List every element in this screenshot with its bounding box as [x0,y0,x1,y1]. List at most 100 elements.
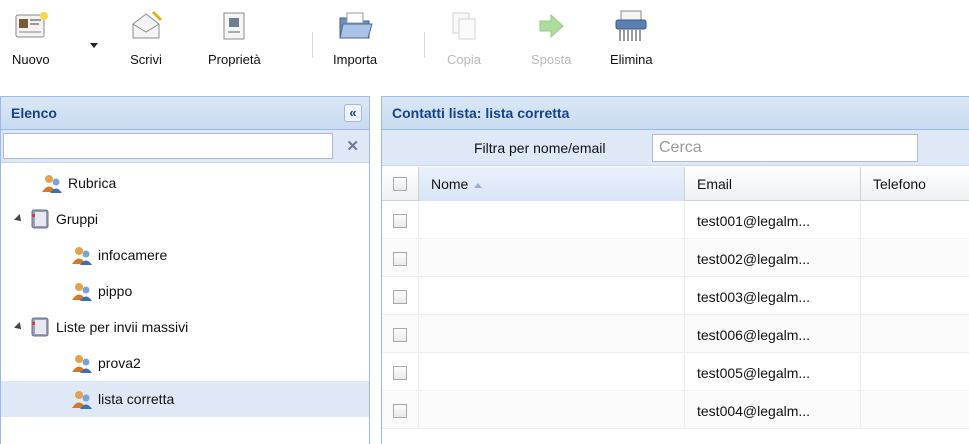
tree-item-liste-invii-massivi[interactable]: Liste per invii massivi [1,309,369,345]
row-checkbox[interactable] [393,327,407,342]
import-button-label: Importa [333,52,378,67]
row-checkbox[interactable] [393,365,407,380]
properties-button-label: Proprietà [208,52,261,67]
contacts-filter-bar: Filtra per nome/email Cerca [382,130,969,166]
cell-email: test002@legalm... [685,240,861,277]
row-checkbox-cell[interactable] [382,240,419,277]
tree-item-rubrica[interactable]: Rubrica [1,165,369,201]
cell-phone [861,202,969,239]
expand-arrow-icon[interactable] [14,214,24,224]
row-checkbox-cell[interactable] [382,202,419,239]
addressbook-icon [31,317,49,337]
cell-email: test001@legalm... [685,202,861,239]
table-row[interactable]: test006@legalm... [382,316,969,353]
shredder-delete-icon [613,6,649,46]
panel-title: Elenco [11,105,57,121]
write-button[interactable]: Scrivi [128,6,164,78]
select-all-checkbox-cell[interactable] [382,167,419,201]
column-header-label: Email [697,176,733,192]
tree-item-prova2[interactable]: prova2 [1,345,369,381]
import-button[interactable]: Importa [333,6,377,78]
panel-title: Contatti lista: lista corretta [392,105,570,121]
table-row[interactable]: test005@legalm... [382,354,969,391]
cell-email: test003@legalm... [685,278,861,315]
tree-item-pippo[interactable]: pippo [1,273,369,309]
cell-email: test006@legalm... [685,316,861,353]
panel-header: Contatti lista: lista corretta [382,97,969,130]
new-button-label: Nuovo [12,52,50,67]
row-checkbox-cell[interactable] [382,392,419,429]
copy-button[interactable]: Copia [446,6,482,78]
collapse-panel-icon[interactable]: « [344,104,362,122]
column-header-email[interactable]: Email [685,167,861,201]
table-row[interactable]: test004@legalm... [382,392,969,429]
row-checkbox-cell[interactable] [382,278,419,315]
tree-filter-input[interactable] [3,133,333,159]
copy-button-label: Copia [447,52,481,67]
expand-arrow-icon[interactable] [14,322,24,332]
cell-phone [861,278,969,315]
search-input[interactable]: Cerca [652,134,918,162]
write-button-label: Scrivi [130,52,162,67]
row-checkbox-cell[interactable] [382,354,419,391]
properties-icon [216,6,252,46]
select-all-checkbox[interactable] [393,177,407,191]
contacts-group-icon [72,283,92,301]
cell-name [419,278,685,315]
delete-button[interactable]: Elimina [610,6,653,78]
sort-ascending-icon [474,182,483,188]
tree-item-label: infocamere [98,247,168,263]
addressbook-icon [31,209,49,229]
contacts-group-icon [42,175,62,193]
column-header-phone[interactable]: Telefono [861,167,969,201]
tree-item-label: Gruppi [56,211,99,227]
row-checkbox[interactable] [393,403,407,418]
cell-name [419,354,685,391]
cell-name [419,392,685,429]
cell-phone [861,392,969,429]
tree-item-infocamere[interactable]: infocamere [1,237,369,273]
tree-item-lista-corretta[interactable]: lista corretta [1,381,369,417]
row-checkbox[interactable] [393,289,407,304]
column-header-label: Telefono [873,176,926,192]
cell-name [419,240,685,277]
toolbar: Nuovo Scrivi Proprietà Importa Copia Spo… [0,0,969,84]
tree-item-label: Rubrica [68,175,117,191]
cell-phone [861,354,969,391]
row-checkbox[interactable] [393,213,407,228]
cell-email: test004@legalm... [685,392,861,429]
new-dropdown-arrow-icon[interactable] [90,43,98,48]
cell-phone [861,240,969,277]
table-row[interactable]: test001@legalm... [382,202,969,239]
table-row[interactable]: test002@legalm... [382,240,969,277]
new-contact-icon [13,6,49,46]
tree-item-label: pippo [98,283,133,299]
panel-header: Elenco « [1,97,369,130]
contacts-list-panel: Contatti lista: lista corretta Filtra pe… [381,96,969,444]
copy-icon [446,6,482,46]
tree-filter-row: ✕ [1,130,369,163]
cell-name [419,202,685,239]
new-button[interactable]: Nuovo [12,6,50,78]
cell-name [419,316,685,353]
row-checkbox[interactable] [393,251,407,266]
row-checkbox-cell[interactable] [382,316,419,353]
grid-header: Nome Email Telefono [382,167,969,201]
contacts-group-icon [72,355,92,373]
move-button[interactable]: Sposta [531,6,571,78]
clear-filter-icon[interactable]: ✕ [346,137,359,155]
list-tree-panel: Elenco « ✕ Rubrica Gruppi infocamere pip… [0,96,370,444]
table-row[interactable]: test003@legalm... [382,278,969,315]
folder-import-icon [337,6,373,46]
tree-item-gruppi[interactable]: Gruppi [1,201,369,237]
column-header-label: Nome [431,176,469,192]
delete-button-label: Elimina [610,52,653,67]
properties-button[interactable]: Proprietà [208,6,261,78]
tree-item-label: Liste per invii massivi [56,319,189,335]
column-header-name[interactable]: Nome [419,167,685,201]
move-arrow-icon [533,6,569,46]
tree-item-label: prova2 [98,355,141,371]
contacts-group-icon [72,391,92,409]
cell-email: test005@legalm... [685,354,861,391]
write-mail-icon [128,6,164,46]
